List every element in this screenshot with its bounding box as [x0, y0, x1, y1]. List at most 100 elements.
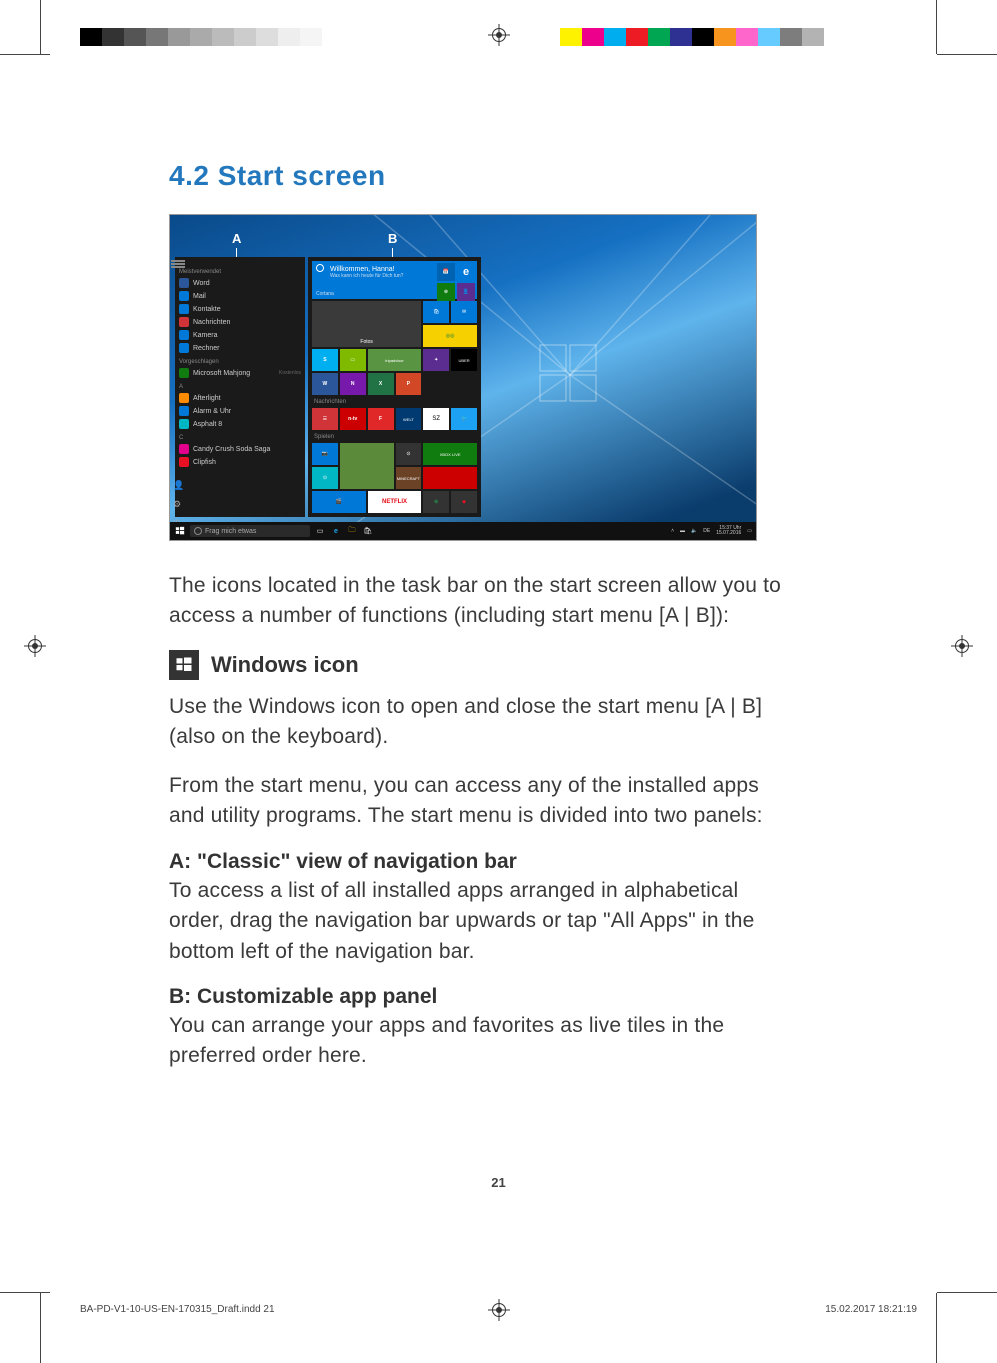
registration-mark-icon [24, 635, 46, 657]
crop-mark [0, 1292, 50, 1293]
taskbar-date: 15.07.2016 [716, 531, 741, 536]
tripadvisor-tile[interactable]: ◎◎ [423, 325, 477, 347]
app-tile[interactable]: ⊙ [396, 443, 422, 465]
page-content: 4.2 Start screen A B Meistverwendet Word… [169, 160, 789, 1090]
tripadvisor-label-tile[interactable]: tripadvisor [368, 349, 422, 371]
netflix-tile[interactable]: NETFLIX [368, 491, 422, 513]
cortana-label: Cortana [316, 291, 334, 297]
photo-tile[interactable]: 👤 [457, 283, 475, 301]
app-tile[interactable]: ▭ [340, 349, 366, 371]
word-tile[interactable]: W [312, 373, 338, 395]
tiles-category: Spielen [314, 434, 475, 440]
apps-category: A [179, 384, 301, 390]
list-item[interactable]: Afterlight [179, 393, 301, 403]
edge-tile[interactable]: e [457, 263, 475, 281]
candy-tile[interactable] [423, 467, 477, 489]
list-item[interactable]: Mail [179, 291, 301, 301]
news-tile[interactable]: ☰ [312, 408, 338, 430]
app-tile[interactable]: ✦ [423, 349, 449, 371]
list-item[interactable]: Kontakte [179, 304, 301, 314]
cortana-ring-icon [194, 527, 202, 535]
registration-mark-icon [951, 635, 973, 657]
list-item[interactable]: Asphalt 8 [179, 419, 301, 429]
footer-timestamp: 15.02.2017 18:21:19 [825, 1304, 917, 1315]
cortana-icon [316, 264, 324, 272]
onenote-tile[interactable]: N [340, 373, 366, 395]
taskbar-search[interactable]: Frag mich etwas [190, 525, 310, 537]
skype-tile[interactable]: S [312, 349, 338, 371]
list-item[interactable]: Microsoft MahjongKostenlos [179, 368, 301, 378]
groove-tile[interactable]: ⊙ [312, 467, 338, 489]
list-item[interactable]: Word [179, 278, 301, 288]
windows-icon-heading: Windows icon [211, 652, 359, 678]
crop-mark [936, 1293, 937, 1363]
body-paragraph: You can arrange your apps and favorites … [169, 1011, 789, 1072]
game-tile[interactable] [340, 443, 394, 489]
color-bar-grayscale [80, 28, 344, 46]
crop-mark [0, 54, 50, 55]
calendar-tile[interactable]: 📅 [437, 263, 455, 281]
windows-icon [169, 650, 199, 680]
mail-tile[interactable]: ✉ [451, 301, 477, 323]
sz-tile[interactable]: SZ [423, 408, 449, 430]
body-paragraph: Use the Windows icon to open and close t… [169, 692, 789, 753]
body-paragraph: To access a list of all installed apps a… [169, 876, 789, 967]
list-item[interactable]: Kamera [179, 330, 301, 340]
uber-tile[interactable]: UBER [451, 349, 477, 371]
xbox-tile[interactable]: ⊗ [437, 283, 455, 301]
crop-mark [937, 54, 997, 55]
crop-mark [40, 0, 41, 54]
footer-filename: BA-PD-V1-10-US-EN-170315_Draft.indd 21 [80, 1304, 275, 1315]
explorer-taskbar-icon[interactable]: 🗀 [346, 525, 358, 537]
hamburger-icon[interactable] [171, 260, 185, 262]
app-tile[interactable]: ◆ [451, 491, 477, 513]
settings-icon[interactable]: ⚙ [173, 499, 184, 510]
twitter-tile[interactable]: 🐦 [451, 408, 477, 430]
windows-start-button[interactable] [174, 525, 186, 537]
start-menu-tiles-column: Willkommen, Hanna! Was kann ich heute fü… [308, 257, 481, 517]
start-menu-apps-column: Meistverwendet WordMailKontakteNachricht… [175, 257, 305, 517]
user-icon[interactable]: 👤 [173, 480, 184, 491]
apps-category: C [179, 435, 301, 441]
page-number: 21 [491, 1175, 505, 1190]
apps-category: Vorgeschlagen [179, 359, 301, 365]
store-taskbar-icon[interactable]: 🛍 [362, 525, 374, 537]
camera-tile[interactable]: 📷 [312, 443, 338, 465]
task-view-icon[interactable]: ▭ [314, 525, 326, 537]
action-center-icon[interactable]: ▭ [747, 529, 752, 534]
tray-lang[interactable]: DE [703, 529, 710, 534]
tray-volume-icon[interactable]: 🔈 [691, 529, 697, 534]
ntv-tile[interactable]: n-tv [340, 408, 366, 430]
tray-battery-icon[interactable]: ▬ [680, 529, 685, 534]
flipboard-tile[interactable]: F [368, 408, 394, 430]
welt-tile[interactable]: WELT [396, 408, 422, 430]
fotos-tile[interactable]: Fotos [312, 301, 421, 347]
store-tile[interactable]: 🛍 [423, 301, 449, 323]
xboxlive-tile[interactable]: XBOX LIVE [423, 443, 477, 465]
registration-mark-icon [488, 24, 510, 46]
subsection-b-heading: B: Customizable app panel [169, 985, 789, 1009]
list-item[interactable]: Nachrichten [179, 317, 301, 327]
search-placeholder: Frag mich etwas [205, 528, 256, 535]
registration-mark-icon [488, 1299, 510, 1321]
cortana-tile[interactable]: Willkommen, Hanna! Was kann ich heute fü… [312, 261, 477, 299]
label-b: B [388, 231, 397, 260]
taskbar: Frag mich etwas ▭ e 🗀 🛍 ˄ ▬ 🔈 DE 15:37 U… [170, 522, 756, 540]
list-item[interactable]: Candy Crush Soda Saga [179, 444, 301, 454]
tray-chevron-icon[interactable]: ˄ [671, 529, 674, 534]
target-tile[interactable]: ⊚ [423, 491, 449, 513]
body-paragraph: From the start menu, you can access any … [169, 771, 789, 832]
edge-taskbar-icon[interactable]: e [330, 525, 342, 537]
list-item[interactable]: Alarm & Uhr [179, 406, 301, 416]
powerpoint-tile[interactable]: P [396, 373, 422, 395]
minecraft-tile[interactable]: MINECRAFT [396, 467, 422, 489]
crop-mark [936, 0, 937, 54]
tiles-category: Nachrichten [314, 399, 475, 405]
excel-tile[interactable]: X [368, 373, 394, 395]
label-a: A [232, 231, 241, 260]
intro-paragraph: The icons located in the task bar on the… [169, 571, 789, 632]
crop-mark [40, 1293, 41, 1363]
list-item[interactable]: Rechner [179, 343, 301, 353]
list-item[interactable]: Clipfish [179, 457, 301, 467]
movies-tile[interactable]: 🎬 [312, 491, 366, 513]
